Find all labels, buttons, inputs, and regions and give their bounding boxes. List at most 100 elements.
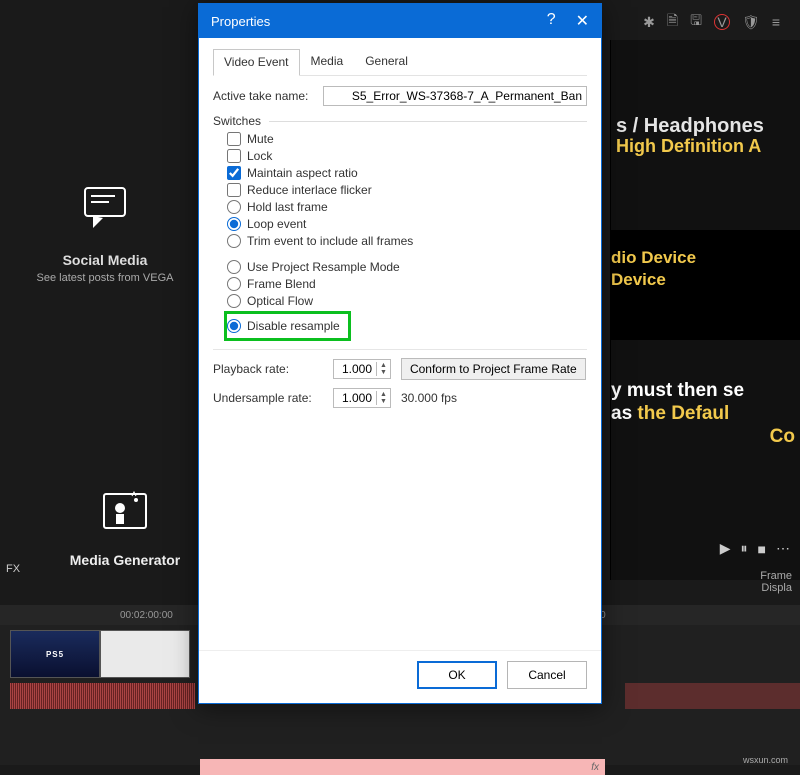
active-take-input[interactable]	[323, 86, 587, 106]
preview-mid-as: as	[611, 403, 637, 424]
fx-strip-label: fx	[591, 762, 599, 773]
switches-label: Switches	[213, 114, 261, 128]
lock-option[interactable]: Lock	[227, 149, 587, 163]
ok-button[interactable]: OK	[417, 661, 497, 689]
lock-label: Lock	[247, 149, 272, 163]
switches-header: Switches	[213, 114, 587, 128]
playback-rate-label: Playback rate:	[213, 362, 323, 376]
flicker-option[interactable]: Reduce interlace flicker	[227, 183, 587, 197]
watermark: wsxun.com	[743, 755, 788, 765]
save-icon[interactable]: 🖫	[690, 10, 702, 34]
disable-resample-radio[interactable]	[227, 319, 241, 333]
preview-black-block: dio Device Device	[611, 230, 800, 340]
trim-option[interactable]: Trim event to include all frames	[227, 234, 587, 248]
play-icon[interactable]: ▶	[720, 540, 731, 557]
social-media-icon	[70, 180, 140, 240]
hold-radio[interactable]	[227, 200, 241, 214]
playback-rate-arrows[interactable]: ▲▼	[376, 362, 390, 376]
hold-option[interactable]: Hold last frame	[227, 200, 587, 214]
doc-icon[interactable]: 🗎	[667, 10, 678, 34]
dialog-titlebar[interactable]: Properties ? ✕	[199, 4, 601, 38]
use-project-radio[interactable]	[227, 260, 241, 274]
loop-radio[interactable]	[227, 217, 241, 231]
optical-flow-option[interactable]: Optical Flow	[227, 294, 587, 308]
display-label: Displa	[760, 582, 792, 594]
optical-flow-radio[interactable]	[227, 294, 241, 308]
preview-mid-default: the Defaul	[637, 403, 729, 424]
dialog-tabs: Video Event Media General	[213, 48, 587, 76]
frame-label: Frame	[760, 570, 792, 582]
playback-rate-row: Playback rate: ▲▼ Conform to Project Fra…	[213, 358, 587, 380]
frame-blend-radio[interactable]	[227, 277, 241, 291]
lock-checkbox[interactable]	[227, 149, 241, 163]
preview-panel: s / Headphones High Definition A dio Dev…	[610, 40, 800, 580]
disable-resample-option[interactable]: Disable resample	[227, 319, 340, 333]
preview-mid-text: y must then se as the Defaul Co	[611, 380, 800, 448]
preview-line1: s / Headphones	[616, 115, 764, 137]
video-clips[interactable]: PS5	[10, 630, 190, 680]
dialog-spacer	[213, 416, 587, 646]
audio-wave-2[interactable]	[625, 683, 800, 709]
trim-label: Trim event to include all frames	[247, 234, 413, 248]
loop-option[interactable]: Loop event	[227, 217, 587, 231]
stop-icon[interactable]: ■	[758, 541, 766, 557]
preview-dio: dio Device	[611, 248, 800, 268]
tab-video-event[interactable]: Video Event	[213, 49, 300, 76]
tab-media[interactable]: Media	[300, 48, 355, 75]
active-take-label: Active take name:	[213, 89, 323, 103]
aspect-checkbox[interactable]	[227, 166, 241, 180]
down-arrow-icon[interactable]: ▼	[377, 398, 390, 405]
v-icon[interactable]: V	[714, 14, 730, 30]
preview-controls: ▶ ⏸ ■ ⋯	[720, 540, 790, 557]
share-icon[interactable]: ✱	[643, 14, 655, 31]
help-icon[interactable]: ?	[547, 11, 556, 31]
flicker-checkbox[interactable]	[227, 183, 241, 197]
conform-button[interactable]: Conform to Project Frame Rate	[401, 358, 586, 380]
down-arrow-icon[interactable]: ▼	[377, 369, 390, 376]
undersample-rate-label: Undersample rate:	[213, 391, 323, 405]
dialog-buttons: OK Cancel	[199, 650, 601, 703]
close-icon[interactable]: ✕	[576, 11, 589, 31]
undersample-arrows[interactable]: ▲▼	[376, 391, 390, 405]
up-arrow-icon[interactable]: ▲	[377, 391, 390, 398]
aspect-label: Maintain aspect ratio	[247, 166, 358, 180]
undersample-rate-spin[interactable]: ▲▼	[333, 388, 391, 408]
undersample-rate-input[interactable]	[334, 389, 376, 407]
time-marker-1: 00:02:00:00	[120, 610, 173, 621]
frame-blend-option[interactable]: Frame Blend	[227, 277, 587, 291]
aspect-option[interactable]: Maintain aspect ratio	[227, 166, 587, 180]
shield-icon[interactable]: 🛡	[742, 14, 760, 31]
social-media-card[interactable]: Social Media See latest posts from VEGA	[10, 180, 200, 284]
preview-device: Device	[611, 270, 800, 290]
cancel-button[interactable]: Cancel	[507, 661, 587, 689]
up-arrow-icon[interactable]: ▲	[377, 362, 390, 369]
media-generator-card[interactable]: Media Generator	[60, 480, 190, 568]
playback-rate-spin[interactable]: ▲▼	[333, 359, 391, 379]
media-generator-title: Media Generator	[60, 552, 190, 568]
fps-label: 30.000 fps	[401, 391, 457, 405]
menu-icon[interactable]: ≡	[772, 14, 780, 30]
media-generator-icon	[90, 480, 160, 540]
tab-general[interactable]: General	[354, 48, 419, 75]
frame-blend-label: Frame Blend	[247, 277, 316, 291]
dialog-body: Video Event Media General Active take na…	[199, 38, 601, 650]
more-icon[interactable]: ⋯	[776, 540, 790, 557]
dialog-title: Properties	[211, 14, 270, 29]
undersample-rate-row: Undersample rate: ▲▼ 30.000 fps	[213, 388, 587, 408]
optical-flow-label: Optical Flow	[247, 294, 313, 308]
mute-checkbox[interactable]	[227, 132, 241, 146]
pause-icon[interactable]: ⏸	[741, 540, 748, 557]
trim-radio[interactable]	[227, 234, 241, 248]
preview-heading: s / Headphones High Definition A	[616, 115, 764, 157]
fx-strip[interactable]: fx	[200, 759, 605, 775]
clip-ps5[interactable]: PS5	[10, 630, 100, 678]
preview-mid-co: Co	[611, 426, 800, 449]
active-take-row: Active take name:	[213, 86, 587, 106]
use-project-resample-option[interactable]: Use Project Resample Mode	[227, 260, 587, 274]
fx-label: FX	[6, 563, 20, 575]
mute-label: Mute	[247, 132, 274, 146]
clip-news[interactable]	[100, 630, 190, 678]
audio-wave-1[interactable]	[10, 683, 195, 709]
mute-option[interactable]: Mute	[227, 132, 587, 146]
playback-rate-input[interactable]	[334, 360, 376, 378]
